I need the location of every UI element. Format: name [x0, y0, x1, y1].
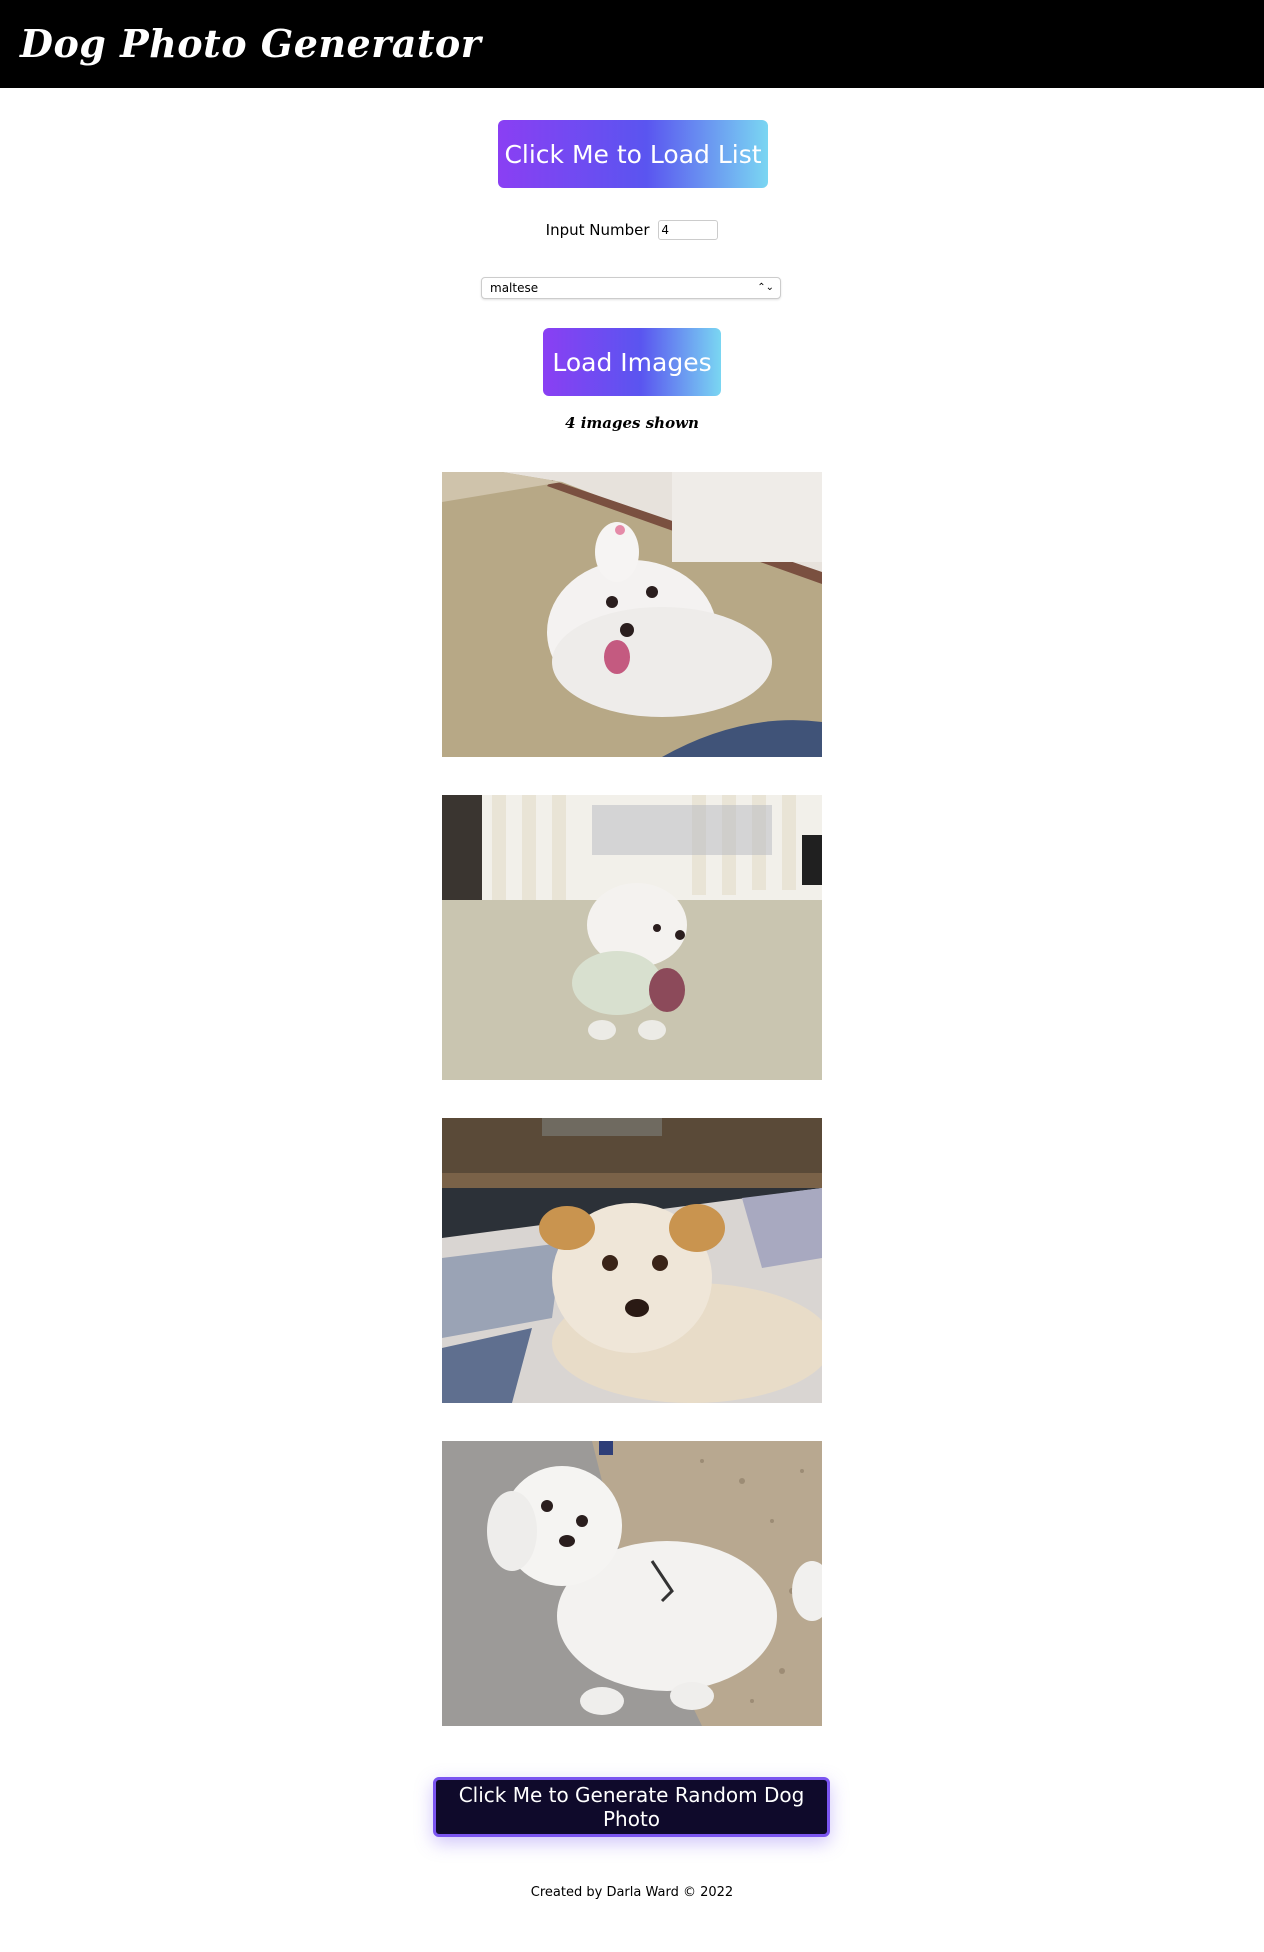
select-chevron-icon: ⌃⌄ [757, 282, 774, 293]
images-count-text: 4 images shown [565, 414, 699, 432]
dog-photo-1 [442, 472, 822, 757]
generate-random-dog-button[interactable]: Click Me to Generate Random Dog Photo [433, 1777, 830, 1837]
dog-photo-3 [442, 1118, 822, 1403]
site-title: Dog Photo Generator [20, 21, 482, 66]
top-bar: Dog Photo Generator [0, 0, 1264, 88]
load-list-button[interactable]: Click Me to Load List [498, 120, 768, 188]
load-images-button[interactable]: Load Images [543, 328, 721, 396]
number-label: Input Number [545, 221, 650, 239]
dog-photo-4 [442, 1441, 822, 1726]
number-input-row: Input Number [0, 220, 1264, 240]
breed-select[interactable]: maltese ⌃⌄ [481, 277, 781, 299]
breed-select-value: maltese [490, 281, 539, 295]
footer-credit: Created by Darla Ward © 2022 [530, 1885, 734, 1900]
dog-photo-2 [442, 795, 822, 1080]
number-input[interactable] [658, 220, 719, 240]
